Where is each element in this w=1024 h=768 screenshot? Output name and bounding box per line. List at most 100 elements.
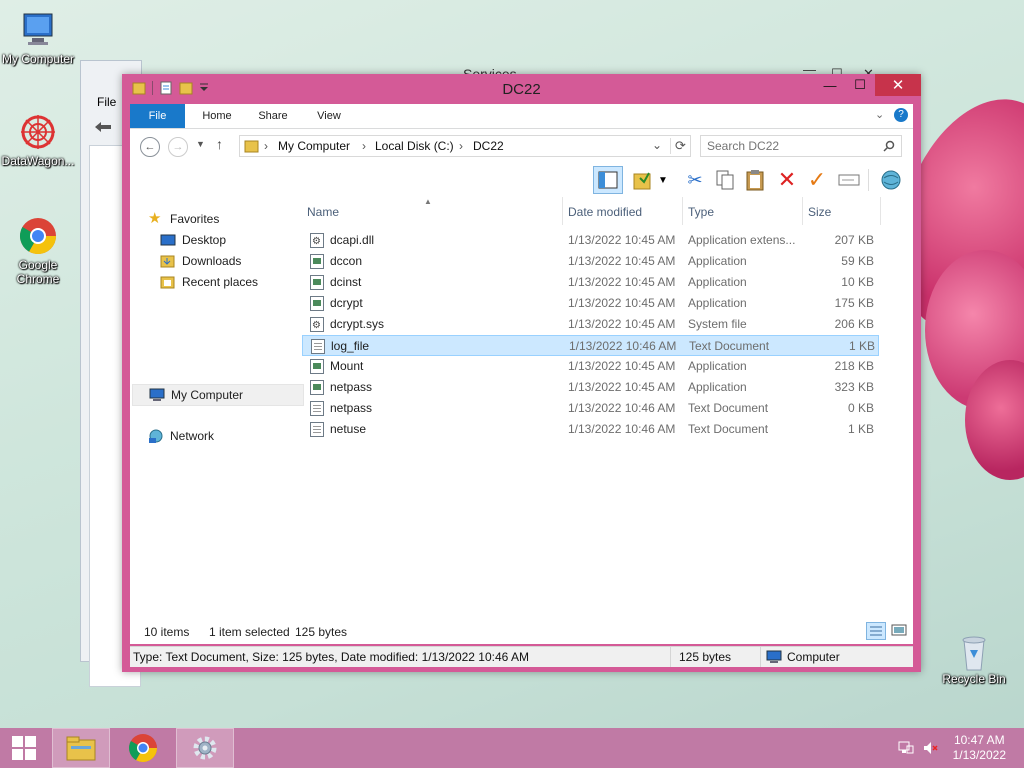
- column-header-size[interactable]: Size: [808, 205, 831, 219]
- nav-favorites[interactable]: ★ Favorites: [148, 209, 219, 229]
- computer-icon: [18, 10, 58, 50]
- rename-icon[interactable]: [836, 167, 862, 193]
- file-type: Application: [688, 275, 747, 289]
- taskbar-file-explorer[interactable]: [52, 728, 110, 768]
- maximize-button[interactable]: ☐: [845, 74, 875, 96]
- file-name: dcinst: [330, 275, 362, 289]
- address-bar[interactable]: › My Computer › Local Disk (C:) › DC22 ⌄…: [239, 135, 691, 157]
- services-menu-file[interactable]: File: [97, 95, 116, 109]
- nav-my-computer[interactable]: My Computer: [132, 384, 304, 406]
- search-box[interactable]: [700, 135, 902, 157]
- tab-file[interactable]: File: [130, 104, 185, 128]
- address-dropdown-icon[interactable]: ⌄: [652, 138, 662, 152]
- table-row[interactable]: Mount 1/13/2022 10:45 AM Application 218 KB: [302, 356, 879, 377]
- file-date: 1/13/2022 10:45 AM: [568, 296, 676, 310]
- desktop-icon-recycle-bin[interactable]: Recycle Bin: [936, 630, 1012, 686]
- column-header-date[interactable]: Date modified: [568, 205, 642, 219]
- content-area: ★ Favorites Desktop Downloads Recent pla…: [130, 197, 913, 620]
- network-tray-icon[interactable]: [898, 740, 914, 759]
- file-explorer-icon: [66, 736, 96, 761]
- address-row: ← → ▼ ↑ › My Computer › Local Disk (C:) …: [130, 129, 913, 163]
- start-button[interactable]: [0, 728, 48, 768]
- checkmark-icon[interactable]: ✓: [804, 167, 830, 193]
- details-text: Type: Text Document, Size: 125 bytes, Da…: [133, 650, 530, 664]
- desktop-icon-label: My Computer: [1, 52, 75, 66]
- forward-button[interactable]: →: [168, 137, 188, 157]
- column-header-name[interactable]: Name: [307, 205, 339, 219]
- help-icon[interactable]: ?: [894, 108, 908, 122]
- breadcrumb-local-disk[interactable]: Local Disk (C:): [375, 139, 454, 153]
- navigation-pane[interactable]: ★ Favorites Desktop Downloads Recent pla…: [130, 197, 304, 620]
- recent-places-icon: [160, 276, 175, 289]
- copy-icon[interactable]: [712, 167, 738, 193]
- organize-button[interactable]: [630, 167, 656, 193]
- star-icon: ★: [148, 210, 162, 227]
- network-icon: [149, 429, 163, 443]
- selection-count: 1 item selected: [209, 625, 290, 639]
- search-input[interactable]: [705, 137, 877, 155]
- network-globe-icon[interactable]: [878, 167, 904, 193]
- up-button[interactable]: ↑: [216, 136, 223, 152]
- explorer-window[interactable]: DC22 — ☐ ✕ File Home Share View ⌄ ? ← → …: [122, 74, 921, 672]
- taskbar-services[interactable]: [176, 728, 234, 768]
- desktop-icon-my-computer[interactable]: My Computer: [0, 10, 76, 66]
- delete-icon[interactable]: ✕: [774, 167, 800, 193]
- file-type: Text Document: [688, 422, 769, 436]
- column-header-type[interactable]: Type: [688, 205, 714, 219]
- system-clock[interactable]: 10:47 AM 1/13/2022: [953, 733, 1006, 763]
- paste-icon[interactable]: [742, 167, 768, 193]
- back-button[interactable]: ←: [140, 137, 160, 157]
- nav-item-recent-places[interactable]: Recent places: [160, 272, 258, 292]
- file-date: 1/13/2022 10:45 AM: [568, 275, 676, 289]
- preview-pane-button[interactable]: [593, 166, 623, 194]
- selection-size: 125 bytes: [295, 625, 348, 639]
- search-icon[interactable]: [883, 140, 895, 152]
- tab-home[interactable]: Home: [192, 104, 242, 128]
- close-button[interactable]: ✕: [875, 74, 921, 96]
- file-type: Text Document: [689, 339, 770, 353]
- table-row[interactable]: dcapi.dll 1/13/2022 10:45 AM Application e…: [302, 230, 879, 252]
- chevron-down-icon[interactable]: ▼: [656, 167, 670, 193]
- breadcrumb-my-computer[interactable]: My Computer: [278, 139, 350, 153]
- nav-network[interactable]: Network: [148, 426, 214, 446]
- details-view-icon: [870, 626, 882, 636]
- details-view-button[interactable]: [866, 622, 886, 640]
- volume-muted-icon[interactable]: [922, 740, 938, 759]
- file-list[interactable]: ▲ Name Date modified Type Size dcapi.dll…: [302, 197, 909, 620]
- file-size: 0 KB: [847, 401, 874, 415]
- recycle-bin-icon: [954, 630, 994, 671]
- back-icon[interactable]: [93, 121, 113, 133]
- table-row[interactable]: log_file 1/13/2022 10:46 AM Text Document 1…: [302, 335, 879, 356]
- cut-icon[interactable]: ✂: [682, 167, 708, 193]
- table-row[interactable]: netpass 1/13/2022 10:45 AM Application 323 …: [302, 377, 879, 398]
- details-size: 125 bytes: [679, 650, 732, 664]
- breadcrumb-dc22[interactable]: DC22: [473, 139, 504, 153]
- nav-item-downloads[interactable]: Downloads: [160, 251, 241, 271]
- file-name: Mount: [330, 359, 364, 373]
- taskbar-chrome[interactable]: [114, 728, 172, 768]
- application-icon: [310, 359, 324, 374]
- sort-arrow-icon: ▲: [424, 197, 432, 206]
- table-row[interactable]: dcrypt.sys 1/13/2022 10:45 AM System file 2…: [302, 314, 879, 336]
- minimize-button[interactable]: —: [815, 74, 845, 96]
- table-row[interactable]: dcinst 1/13/2022 10:45 AM Application 10 KB: [302, 272, 879, 293]
- tab-share[interactable]: Share: [248, 104, 298, 128]
- ribbon-expand-icon[interactable]: ⌄: [875, 108, 884, 121]
- tab-view[interactable]: View: [304, 104, 354, 128]
- table-row[interactable]: netpass 1/13/2022 10:46 AM Text Document 0 …: [302, 398, 879, 419]
- desktop-icon-datawagon[interactable]: DataWagon...: [0, 112, 76, 168]
- refresh-icon[interactable]: ⟳: [670, 138, 686, 154]
- recent-locations-icon[interactable]: ▼: [196, 139, 205, 149]
- desktop-icon-google-chrome[interactable]: Google Chrome: [0, 216, 76, 286]
- table-row[interactable]: netuse 1/13/2022 10:46 AM Text Document 1 K…: [302, 419, 879, 440]
- file-date: 1/13/2022 10:46 AM: [568, 401, 676, 415]
- large-icons-view-button[interactable]: [890, 622, 910, 640]
- file-name: dcrypt: [330, 296, 363, 310]
- windows-logo-icon: [12, 736, 36, 760]
- nav-item-desktop[interactable]: Desktop: [160, 230, 226, 250]
- table-row[interactable]: dcrypt 1/13/2022 10:45 AM Application 175 K…: [302, 293, 879, 314]
- file-type: Application: [688, 380, 747, 394]
- title-bar[interactable]: DC22 — ☐ ✕: [122, 74, 921, 104]
- text-file-icon: [310, 422, 324, 437]
- table-row[interactable]: dccon 1/13/2022 10:45 AM Application 59 KB: [302, 251, 879, 272]
